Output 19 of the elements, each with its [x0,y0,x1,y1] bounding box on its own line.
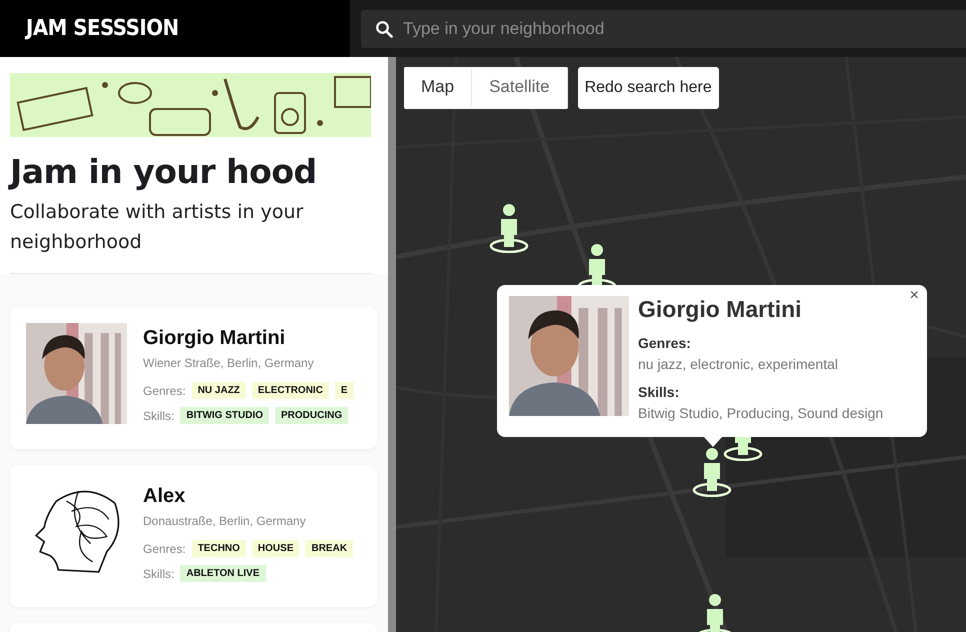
genre-tag: TECHNO [192,540,246,557]
skill-tag: ABLETON LIVE [180,565,266,582]
genre-tag: E [334,382,354,399]
genre-tag: NU JAZZ [192,382,246,399]
artist-address: Donaustraße, Berlin, Germany [143,514,307,528]
genres-label: Genres: [143,384,186,398]
page-subtitle: Collaborate with artists in your neighborhood [10,200,304,255]
genres-label: Genres: [143,542,186,556]
artist-name: Alex [143,485,186,508]
genre-tag: ELECTRONIC [252,382,329,399]
genre-tag: HOUSE [252,540,300,557]
page-title: Jam in your hood [10,151,318,193]
skills-label: Skills: [143,566,174,580]
genre-tag: BREAK [305,540,354,557]
artist-name: Giorgio Martini [143,327,286,350]
skill-tag: BITWIG STUDIO [180,407,270,424]
artist-address: Wiener Straße, Berlin, Germany [143,356,315,370]
skill-tag: PRODUCING [275,407,348,424]
skills-label: Skills: [143,408,174,422]
